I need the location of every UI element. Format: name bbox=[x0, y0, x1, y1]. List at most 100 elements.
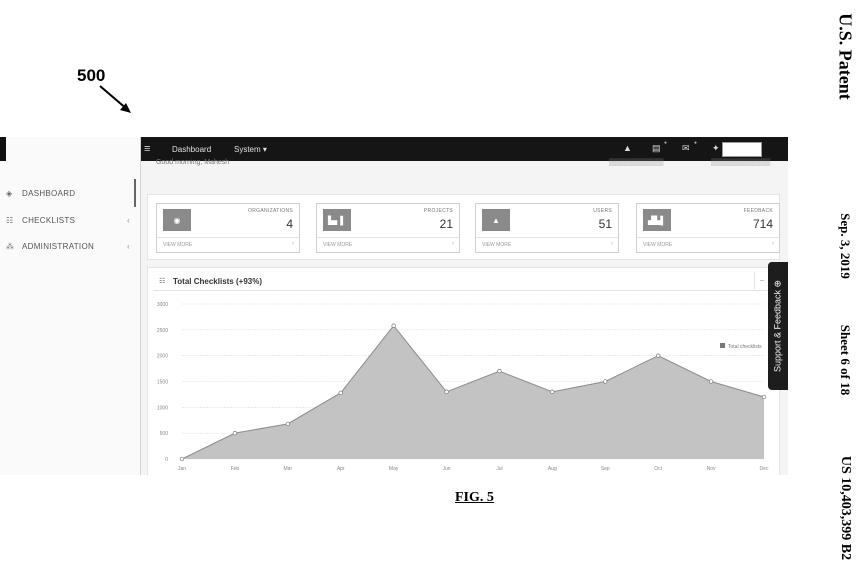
chevron-right-icon: › bbox=[611, 241, 613, 247]
data-point bbox=[392, 324, 396, 328]
stat-card-organizations: ◉ ORGANIZATIONS 4 VIEW MORE › bbox=[156, 203, 300, 253]
stat-card-projects: ▙▖▌ PROJECTS 21 VIEW MORE › bbox=[316, 203, 460, 253]
x-tick-label: Aug bbox=[548, 466, 557, 472]
y-tick-label: 2000 bbox=[157, 354, 168, 360]
data-point bbox=[339, 391, 343, 395]
notification-badge: ● bbox=[694, 140, 697, 146]
hamburger-menu-icon[interactable]: ≡ bbox=[144, 143, 150, 155]
chart-title: Total Checklists (+93%) bbox=[173, 277, 262, 286]
support-feedback-label: Support & Feedback ⊕ bbox=[773, 280, 784, 372]
y-tick-label: 500 bbox=[160, 431, 169, 437]
x-tick-label: May bbox=[389, 466, 399, 472]
mail-icon[interactable]: ✉ bbox=[682, 143, 690, 154]
chevron-right-icon: › bbox=[452, 241, 454, 247]
data-point bbox=[551, 390, 555, 394]
chevron-left-icon: ‹ bbox=[127, 242, 130, 251]
view-more-label: VIEW MORE bbox=[482, 242, 511, 248]
data-point bbox=[498, 369, 502, 373]
reference-arrow-icon bbox=[98, 84, 134, 116]
data-point bbox=[180, 457, 184, 461]
bar-chart-icon: ▙▖▌ bbox=[323, 209, 351, 231]
main-content: Good morning, Mahesh ▒▒▒▒▒▒▒▒▒▒▒ ▒▒▒▒▒▒▒… bbox=[141, 161, 788, 475]
checklists-area-chart: 050010001500200025003000JanFebMarAprMayJ… bbox=[148, 268, 779, 475]
stat-label: PROJECTS bbox=[424, 208, 453, 214]
data-point bbox=[656, 354, 660, 358]
legend-label: Total checklists bbox=[728, 344, 762, 350]
sidebar-item-dashboard[interactable]: ◈ DASHBOARD bbox=[0, 183, 134, 203]
data-point bbox=[709, 380, 713, 384]
stats-panel: ◉ ORGANIZATIONS 4 VIEW MORE › ▙▖▌ PROJEC… bbox=[147, 194, 780, 260]
stat-value: 51 bbox=[599, 217, 612, 231]
alert-icon[interactable]: ▲ bbox=[623, 143, 632, 153]
view-more-link[interactable]: VIEW MORE › bbox=[157, 237, 299, 253]
view-more-link[interactable]: VIEW MORE › bbox=[317, 237, 459, 253]
support-feedback-tab[interactable]: Support & Feedback ⊕ bbox=[768, 262, 788, 390]
chart-header: ☷ Total Checklists (+93%) – bbox=[153, 272, 771, 291]
list-icon: ☷ bbox=[6, 216, 18, 225]
patent-number: US 10,403,399 B2 bbox=[837, 456, 853, 560]
data-point bbox=[233, 431, 237, 435]
stat-value: 4 bbox=[286, 217, 293, 231]
x-tick-label: Sep bbox=[601, 466, 610, 472]
y-tick-label: 3000 bbox=[157, 302, 168, 308]
patent-date: Sep. 3, 2019 bbox=[837, 213, 853, 279]
y-tick-label: 2500 bbox=[157, 328, 168, 334]
greeting-text: Good morning, Mahesh bbox=[156, 159, 229, 166]
sidebar-scrollbar[interactable] bbox=[134, 179, 136, 207]
x-tick-label: Jul bbox=[496, 466, 502, 472]
collapse-button[interactable]: – bbox=[754, 272, 769, 289]
legend-swatch bbox=[720, 343, 725, 348]
checklists-chart-panel: 050010001500200025003000JanFebMarAprMayJ… bbox=[147, 267, 780, 475]
sidebar-item-administration[interactable]: ⁂ ADMINISTRATION ‹ bbox=[0, 236, 134, 256]
sidebar-item-checklists[interactable]: ☷ CHECKLISTS ‹ bbox=[0, 210, 134, 230]
top-navbar: ≡ Dashboard System ▾ ▲ ▤ ● ✉ ● ✦ bbox=[141, 137, 788, 161]
data-point bbox=[603, 380, 607, 384]
x-tick-label: Dec bbox=[760, 466, 769, 472]
stat-label: USERS bbox=[593, 208, 612, 214]
x-tick-label: Mar bbox=[284, 466, 293, 472]
patent-header: U.S. Patent Sep. 3, 2019 Sheet 6 of 18 U… bbox=[828, 0, 862, 579]
data-point bbox=[762, 395, 766, 399]
view-more-label: VIEW MORE bbox=[163, 242, 192, 248]
chevron-right-icon: › bbox=[292, 241, 294, 247]
building-icon: ◉ bbox=[163, 209, 191, 231]
user-icon[interactable]: ✦ bbox=[712, 143, 720, 154]
sitemap-icon: ⁂ bbox=[6, 242, 18, 251]
user-menu-box[interactable] bbox=[722, 142, 762, 157]
nav-dropdown-system[interactable]: System ▾ bbox=[234, 145, 267, 154]
x-tick-label: Nov bbox=[707, 466, 716, 472]
stat-label: ORGANIZATIONS bbox=[248, 208, 293, 214]
view-more-label: VIEW MORE bbox=[643, 242, 672, 248]
tasks-icon[interactable]: ▤ bbox=[652, 143, 661, 154]
users-icon: ▲ bbox=[482, 209, 510, 231]
stat-label: FEEDBACK bbox=[744, 208, 773, 214]
x-tick-label: Jun bbox=[443, 466, 451, 472]
notification-badge: ● bbox=[664, 140, 667, 146]
stat-card-feedback: ▟▙▌ FEEDBACK 714 VIEW MORE › bbox=[636, 203, 780, 253]
series-area bbox=[182, 326, 764, 459]
header-meta-redacted: ▒▒▒▒▒▒▒▒▒▒▒ bbox=[609, 159, 664, 166]
stat-value: 21 bbox=[440, 217, 453, 231]
stat-value: 714 bbox=[753, 217, 773, 231]
patent-figure-page: U.S. Patent Sep. 3, 2019 Sheet 6 of 18 U… bbox=[0, 0, 862, 579]
chevron-right-icon: › bbox=[772, 241, 774, 247]
figure-caption: FIG. 5 bbox=[455, 490, 494, 506]
data-point bbox=[286, 422, 290, 426]
sidebar-item-label: DASHBOARD bbox=[22, 189, 75, 198]
list-icon: ☷ bbox=[159, 277, 165, 285]
stat-card-users: ▲ USERS 51 VIEW MORE › bbox=[475, 203, 619, 253]
dashboard-icon: ◈ bbox=[6, 189, 18, 198]
x-tick-label: Jan bbox=[178, 466, 186, 472]
view-more-label: VIEW MORE bbox=[323, 242, 352, 248]
header-meta-redacted: ▒▒▒▒▒▒▒▒▒▒▒▒ bbox=[711, 159, 771, 166]
patent-title: U.S. Patent bbox=[835, 13, 856, 100]
x-tick-label: Apr bbox=[337, 466, 345, 472]
y-tick-label: 0 bbox=[165, 457, 168, 463]
y-tick-label: 1000 bbox=[157, 405, 168, 411]
view-more-link[interactable]: VIEW MORE › bbox=[637, 237, 779, 253]
nav-link-dashboard[interactable]: Dashboard bbox=[172, 145, 211, 154]
view-more-link[interactable]: VIEW MORE › bbox=[476, 237, 618, 253]
sidebar-brand bbox=[0, 137, 6, 161]
chevron-left-icon: ‹ bbox=[127, 216, 130, 225]
x-tick-label: Oct bbox=[654, 466, 662, 472]
